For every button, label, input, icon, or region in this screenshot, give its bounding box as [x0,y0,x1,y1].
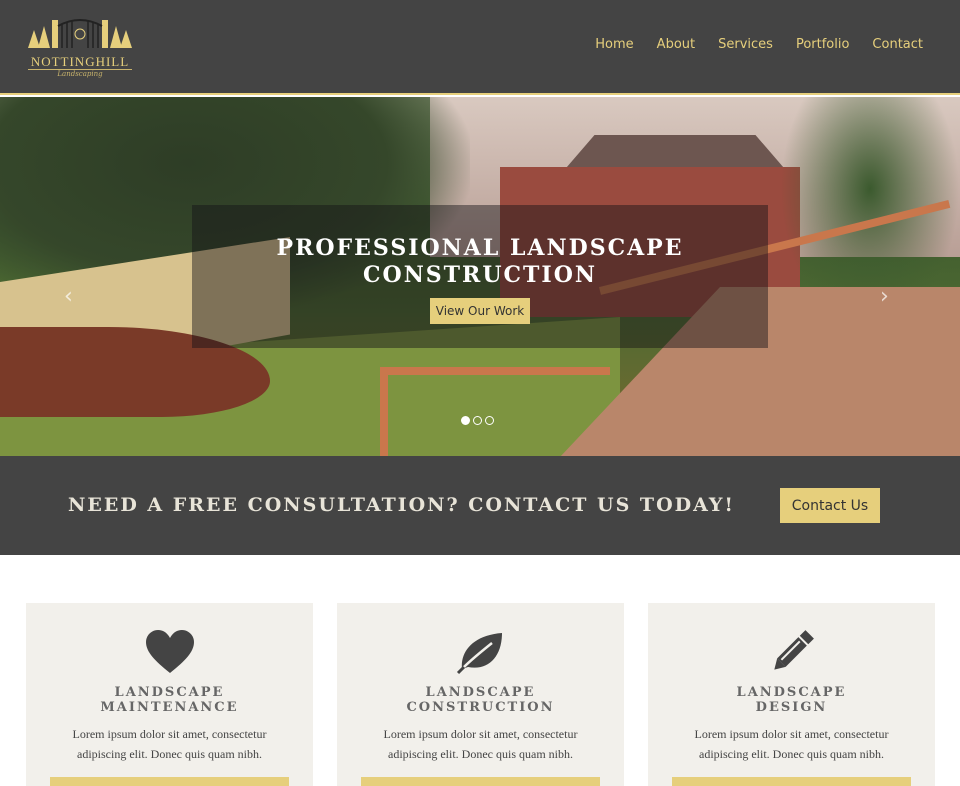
gate-logo-icon [28,19,132,48]
service-more-button[interactable] [361,777,600,786]
logo-tagline: Landscaping [57,70,103,78]
service-title-line2: MAINTENANCE [100,700,239,715]
nav-portfolio[interactable]: Portfolio [796,37,849,52]
view-our-work-button[interactable]: View Our Work [430,298,530,324]
service-title-line2: CONSTRUCTION [406,700,555,715]
service-description: Lorem ipsum dolor sit amet, consectetur … [694,727,889,761]
nav-services[interactable]: Services [718,37,773,52]
slider-dot-2[interactable] [473,416,482,425]
service-title-line1: LANDSCAPE [114,685,225,700]
heart-icon [146,630,194,673]
service-title-line1: LANDSCAPE [736,685,847,700]
slider-pagination [461,416,494,425]
service-more-button[interactable] [672,777,911,786]
site-logo[interactable]: NOTTINGHILL Landscaping [26,12,134,82]
slider-dot-3[interactable] [485,416,494,425]
consultation-banner: NEED A FREE CONSULTATION? CONTACT US TOD… [0,456,960,555]
slider-dot-1[interactable] [461,416,470,425]
consultation-text: NEED A FREE CONSULTATION? CONTACT US TOD… [68,494,735,516]
service-card-maintenance[interactable]: LANDSCAPE MAINTENANCE Lorem ipsum dolor … [26,603,313,786]
nav-contact[interactable]: Contact [872,37,923,52]
contact-us-button[interactable]: Contact Us [780,488,880,523]
hero-title-line1: PROFESSIONAL LANDSCAPE [276,235,684,261]
main-nav: Home About Services Portfolio Contact [572,37,923,52]
logo-name: NOTTINGHILL [30,54,130,69]
service-title: LANDSCAPE MAINTENANCE [26,685,313,715]
chevron-right-icon[interactable]: › [880,284,889,309]
service-description: Lorem ipsum dolor sit amet, consectetur … [383,727,578,761]
leaf-icon [456,633,502,675]
hero-image-railing [380,367,610,456]
service-title: LANDSCAPE CONSTRUCTION [337,685,624,715]
service-title-line1: LANDSCAPE [425,685,536,700]
service-description: Lorem ipsum dolor sit amet, consectetur … [72,727,267,761]
pencil-icon [774,630,814,670]
site-header: NOTTINGHILL Landscaping Home About Servi… [0,0,960,95]
nav-home[interactable]: Home [595,37,633,52]
nav-about[interactable]: About [657,37,695,52]
service-card-construction[interactable]: LANDSCAPE CONSTRUCTION Lorem ipsum dolor… [337,603,624,786]
hero-title-line2: CONSTRUCTION [363,262,597,288]
service-card-design[interactable]: LANDSCAPE DESIGN Lorem ipsum dolor sit a… [648,603,935,786]
service-more-button[interactable] [50,777,289,786]
service-title: LANDSCAPE DESIGN [648,685,935,715]
service-title-line2: DESIGN [755,700,828,715]
hero-title: PROFESSIONAL LANDSCAPE CONSTRUCTION [192,235,768,289]
hero-slider: PROFESSIONAL LANDSCAPE CONSTRUCTION View… [0,97,960,456]
chevron-left-icon[interactable]: ‹ [64,284,73,309]
